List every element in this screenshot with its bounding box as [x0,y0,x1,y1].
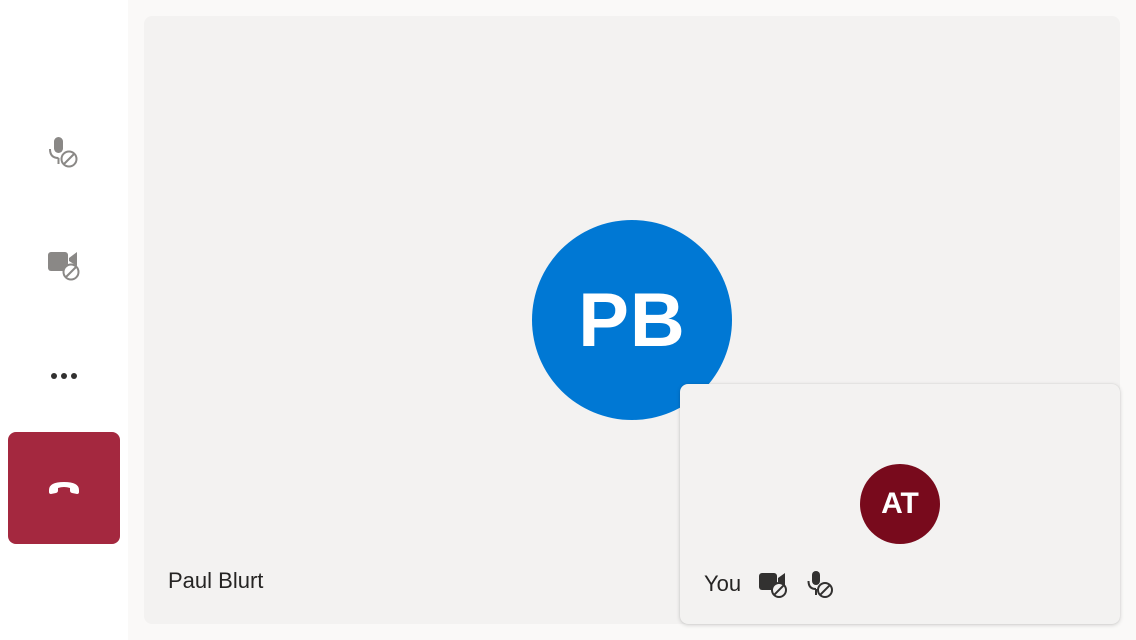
participant-name: Paul Blurt [168,568,264,593]
self-name: You [704,571,742,596]
mic-off-icon [46,134,82,170]
call-controls-rail [0,0,128,640]
more-options-button[interactable] [8,320,120,432]
camera-off-icon [757,570,789,598]
mic-off-icon [805,570,835,598]
more-options-icon [48,370,80,382]
self-view-footer: You [704,570,835,598]
hang-up-icon [46,478,82,498]
hang-up-button[interactable] [8,432,120,544]
participant-initials: PB [578,277,686,363]
self-initials: AT [881,487,919,520]
mute-microphone-button[interactable] [8,96,120,208]
turn-camera-on-button[interactable] [8,208,120,320]
camera-off-icon [46,246,82,282]
self-view-tile[interactable]: AT You [680,384,1120,624]
call-window: PB Paul Blurt AT You [0,0,1136,640]
self-avatar: AT [860,464,940,544]
